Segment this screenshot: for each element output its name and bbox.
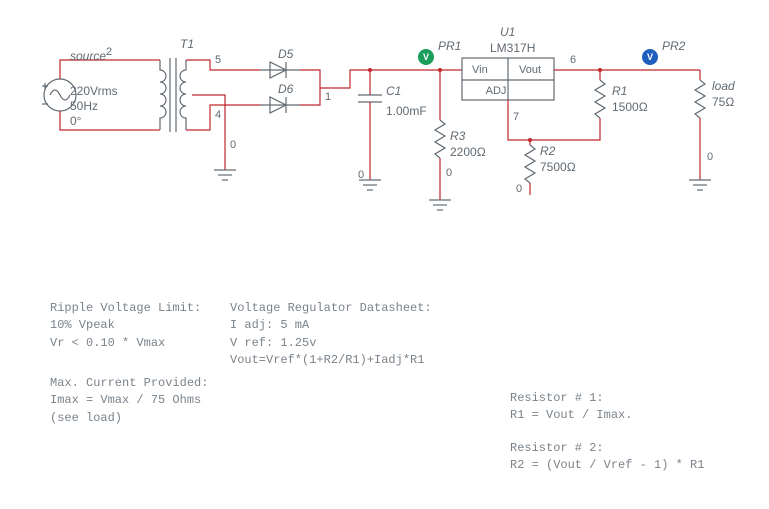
r2-ref: R2 — [540, 144, 556, 158]
r1-value: 1500Ω — [612, 100, 648, 114]
load-value: 75Ω — [712, 95, 734, 109]
c1-ref: C1 — [386, 84, 401, 98]
node-r2-0: 0 — [516, 183, 522, 195]
capacitor-c1 — [358, 70, 382, 180]
notes-r2: Resistor # 2: R2 = (Vout / Vref - 1) * R… — [510, 440, 704, 475]
ground-r3 — [429, 200, 451, 210]
source-voltage: 220Vrms — [70, 84, 118, 98]
probe-pr1: V — [418, 49, 434, 65]
reg-pin-vin: Vin — [472, 64, 488, 76]
reg-ref: U1 — [500, 25, 515, 39]
load-resistor — [695, 70, 705, 180]
d5-ref: D5 — [278, 47, 294, 61]
r3-value: 2200Ω — [450, 145, 486, 159]
diode-d6 — [260, 97, 300, 113]
notes-datasheet: Voltage Regulator Datasheet: I adj: 5 mA… — [230, 300, 432, 370]
reg-pin-vout: Vout — [519, 64, 541, 76]
source-freq: 50Hz — [70, 99, 98, 113]
svg-text:V: V — [423, 52, 429, 62]
pr2-ref: PR2 — [662, 39, 686, 53]
svg-text:V: V — [647, 52, 653, 62]
source-phase: 0° — [70, 114, 82, 128]
notes-imax: Max. Current Provided: Imax = Vmax / 75 … — [50, 375, 208, 427]
transformer — [150, 58, 260, 170]
reg-pin-adj: ADJ — [486, 85, 507, 97]
pr1-ref: PR1 — [438, 39, 461, 53]
notes-r1: Resistor # 1: R1 = Vout / Imax. — [510, 390, 632, 425]
reg-part: LM317H — [490, 41, 535, 55]
c1-value: 1.00mF — [386, 104, 427, 118]
load-ref: load — [712, 79, 735, 93]
transformer-ref: T1 — [180, 37, 194, 51]
node-6: 6 — [570, 54, 576, 66]
node-load-0: 0 — [707, 151, 713, 163]
probe-pr2: V — [642, 49, 658, 65]
ground-ct — [214, 170, 236, 180]
ground-load — [689, 180, 711, 190]
r2-value: 7500Ω — [540, 160, 576, 174]
wire-diode-merge — [300, 70, 320, 105]
node-5: 5 — [215, 54, 221, 66]
node-4: 4 — [215, 109, 221, 121]
node-r3-0: 0 — [446, 167, 452, 179]
source-ref: source — [70, 49, 106, 63]
resistor-r3 — [435, 70, 445, 200]
node-ct-0: 0 — [230, 139, 236, 151]
schematic-canvas: source 220Vrms 50Hz 0° 2 T1 5 4 0 D5 — [0, 0, 769, 260]
r3-ref: R3 — [450, 129, 466, 143]
node-2: 2 — [106, 46, 112, 58]
diode-d5 — [260, 62, 300, 78]
resistor-r2 — [525, 140, 535, 195]
node-c1-0: 0 — [358, 169, 364, 181]
node-1: 1 — [325, 91, 331, 103]
node-7: 7 — [513, 111, 519, 123]
notes-ripple: Ripple Voltage Limit: 10% Vpeak Vr < 0.1… — [50, 300, 201, 352]
d6-ref: D6 — [278, 82, 294, 96]
r1-ref: R1 — [612, 84, 627, 98]
ground-c1 — [359, 180, 381, 190]
